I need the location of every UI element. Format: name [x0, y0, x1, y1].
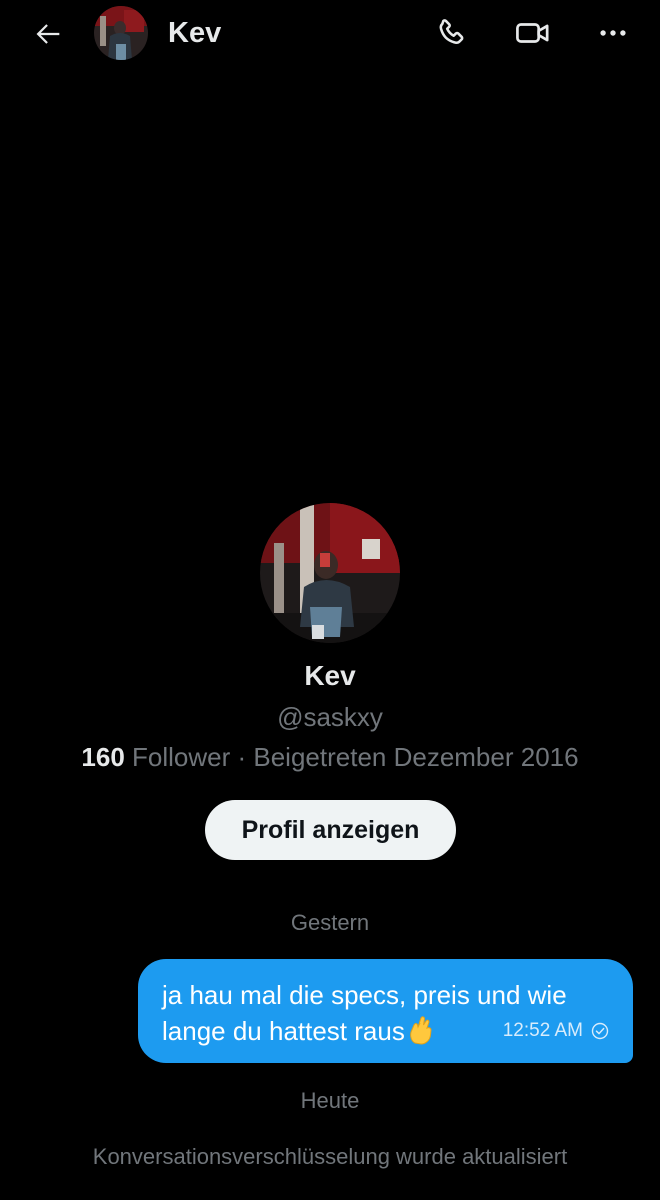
- profile-meta: 160 Follower · Beigetreten Dezember 2016: [0, 740, 660, 774]
- chat-header: Kev: [0, 0, 660, 66]
- more-horizontal-icon: [600, 30, 626, 36]
- message-line-2: lange du hattest raus: [162, 1016, 405, 1046]
- message-line-1: ja hau mal die specs, preis und wie: [162, 980, 567, 1010]
- message-bubble[interactable]: ja hau mal die specs, preis und wie lang…: [138, 959, 633, 1063]
- phone-icon: [439, 19, 464, 44]
- date-separator-today: Heute: [300, 1088, 360, 1113]
- arrow-left-icon: [36, 24, 60, 44]
- follower-join-info: Follower · Beigetreten Dezember 2016: [124, 742, 579, 772]
- video-camera-icon: [516, 23, 549, 43]
- message-meta: 12:52 AM: [503, 1019, 609, 1043]
- crossed-fingers-icon: [406, 1014, 436, 1055]
- call-button[interactable]: [428, 10, 474, 56]
- date-separator-yesterday: Gestern: [290, 910, 370, 935]
- follower-count: 160: [81, 742, 125, 772]
- more-options-button[interactable]: [590, 10, 636, 56]
- view-profile-button[interactable]: Profil anzeigen: [205, 800, 456, 860]
- header-avatar[interactable]: [94, 6, 148, 60]
- back-button[interactable]: [26, 12, 70, 56]
- check-circle-icon: [591, 1022, 609, 1040]
- avatar-image: [260, 503, 400, 643]
- system-message: Konversationsverschlüsselung wurde aktua…: [92, 1144, 568, 1169]
- profile-name: Kev: [304, 660, 356, 691]
- profile-handle: @saskxy: [277, 702, 383, 732]
- video-call-button[interactable]: [510, 10, 556, 56]
- header-title[interactable]: Kev: [168, 16, 221, 50]
- profile-avatar[interactable]: [260, 503, 400, 643]
- message-text: ja hau mal die specs, preis und wie lang…: [162, 977, 612, 1055]
- message-time: 12:52 AM: [502, 1020, 583, 1041]
- avatar-image: [94, 6, 148, 60]
